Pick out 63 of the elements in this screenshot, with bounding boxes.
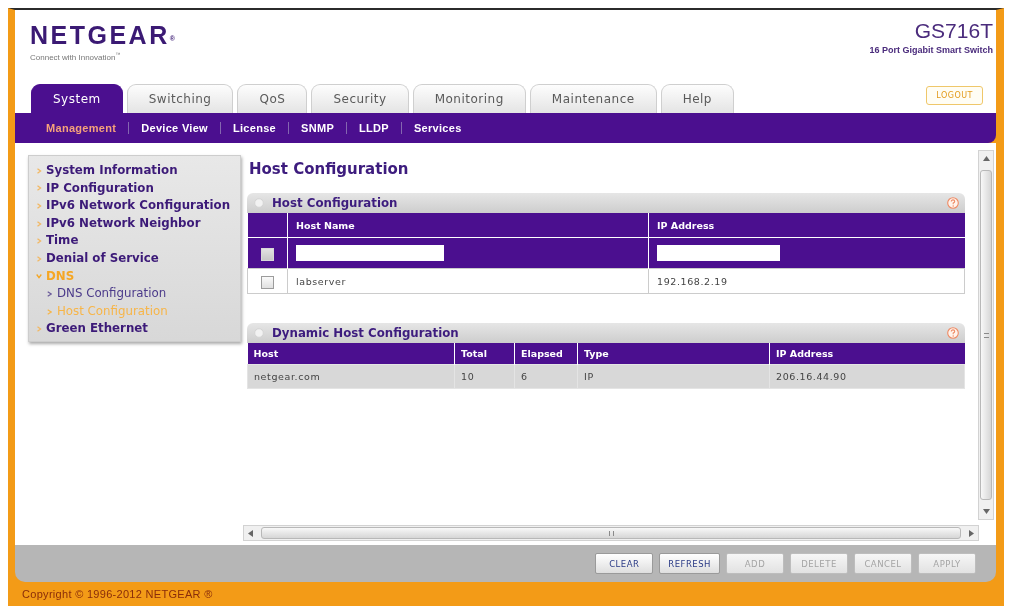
nav-link[interactable]: Device View xyxy=(128,122,220,134)
checkbox[interactable] xyxy=(261,275,274,289)
table-cell: 6 xyxy=(514,364,578,389)
section-title: Dynamic Host Configuration xyxy=(272,326,460,340)
table-cell: netgear.com xyxy=(247,364,455,389)
table-cell: 206.16.44.90 xyxy=(769,364,965,389)
host-name-field[interactable] xyxy=(296,245,444,261)
column-header: Host Name xyxy=(287,213,649,238)
vertical-scrollbar[interactable] xyxy=(978,150,994,520)
tab[interactable]: Maintenance xyxy=(529,84,657,113)
tab[interactable]: Switching xyxy=(126,84,234,113)
tab[interactable]: Security xyxy=(311,84,409,113)
column-header: Total xyxy=(454,343,515,365)
section-title: Host Configuration xyxy=(272,196,399,210)
left-arrow-icon[interactable] xyxy=(248,529,253,537)
circle-icon[interactable] xyxy=(254,198,264,208)
nav-link[interactable]: Services xyxy=(400,122,474,134)
table-cell: labserver xyxy=(287,268,649,294)
tagline: Connect with Innovation$^{™}$ xyxy=(30,51,122,62)
column-header: Type xyxy=(577,343,770,365)
sidebar-item[interactable]: IPv6 Network Configuration xyxy=(36,197,239,215)
table-cell: 192.168.2.19 xyxy=(648,268,965,294)
right-arrow-icon[interactable] xyxy=(969,529,974,537)
checkbox[interactable] xyxy=(260,247,274,261)
table-cell: IP xyxy=(577,364,770,389)
nav-link[interactable]: License xyxy=(219,122,289,134)
tab[interactable]: QoS xyxy=(237,84,308,113)
sidebar-item[interactable]: System Information xyxy=(36,162,239,180)
netgear-logo: NETGEAR$^{®}$ xyxy=(30,22,175,49)
column-header: Elapsed xyxy=(514,343,578,365)
sidebar-subitem[interactable]: DNS Configuration xyxy=(47,285,239,303)
horizontal-scrollbar[interactable] xyxy=(243,525,979,541)
tab[interactable]: Monitoring xyxy=(412,84,526,113)
model-description: 16 Port Gigabit Smart Switch xyxy=(869,45,993,55)
tab[interactable]: System xyxy=(31,84,123,113)
table-cell: 10 xyxy=(454,364,515,389)
action-button[interactable]: CLEAR xyxy=(595,553,654,574)
column-header: Host xyxy=(247,343,455,365)
sidebar-item[interactable]: Green Ethernet xyxy=(36,320,239,338)
chevron-right-icon xyxy=(47,308,52,315)
nav-link[interactable]: LLDP xyxy=(346,122,401,134)
help-icon[interactable] xyxy=(947,327,959,339)
sidebar-item[interactable]: Denial of Service xyxy=(36,249,239,268)
nav-link[interactable]: Management xyxy=(46,122,129,134)
down-arrow-icon[interactable] xyxy=(982,509,990,514)
up-arrow-icon[interactable] xyxy=(982,156,990,161)
copyright-text: Copyright © 1996-2012 NETGEAR ® xyxy=(21,587,214,602)
column-header: IP Address xyxy=(769,343,965,365)
sidebar-item[interactable]: Time xyxy=(36,232,239,250)
column-header: IP Address xyxy=(648,213,965,238)
scrollbar-thumb[interactable] xyxy=(261,527,961,539)
scrollbar-thumb[interactable] xyxy=(980,170,992,500)
circle-icon[interactable] xyxy=(254,328,264,338)
tab[interactable]: Help xyxy=(660,84,734,113)
nav-link[interactable]: SNMP xyxy=(288,122,346,134)
sidebar-item[interactable]: IP Configuration xyxy=(36,179,239,198)
chevron-right-icon xyxy=(47,290,52,297)
action-button[interactable]: REFRESH xyxy=(659,553,720,574)
sidebar-item[interactable]: IPv6 Network Neighbor xyxy=(36,214,239,233)
help-icon[interactable] xyxy=(947,197,959,209)
page-title: Host Configuration xyxy=(249,159,410,179)
model-name: GS716T xyxy=(913,19,993,42)
ip-address-field[interactable] xyxy=(657,245,780,261)
